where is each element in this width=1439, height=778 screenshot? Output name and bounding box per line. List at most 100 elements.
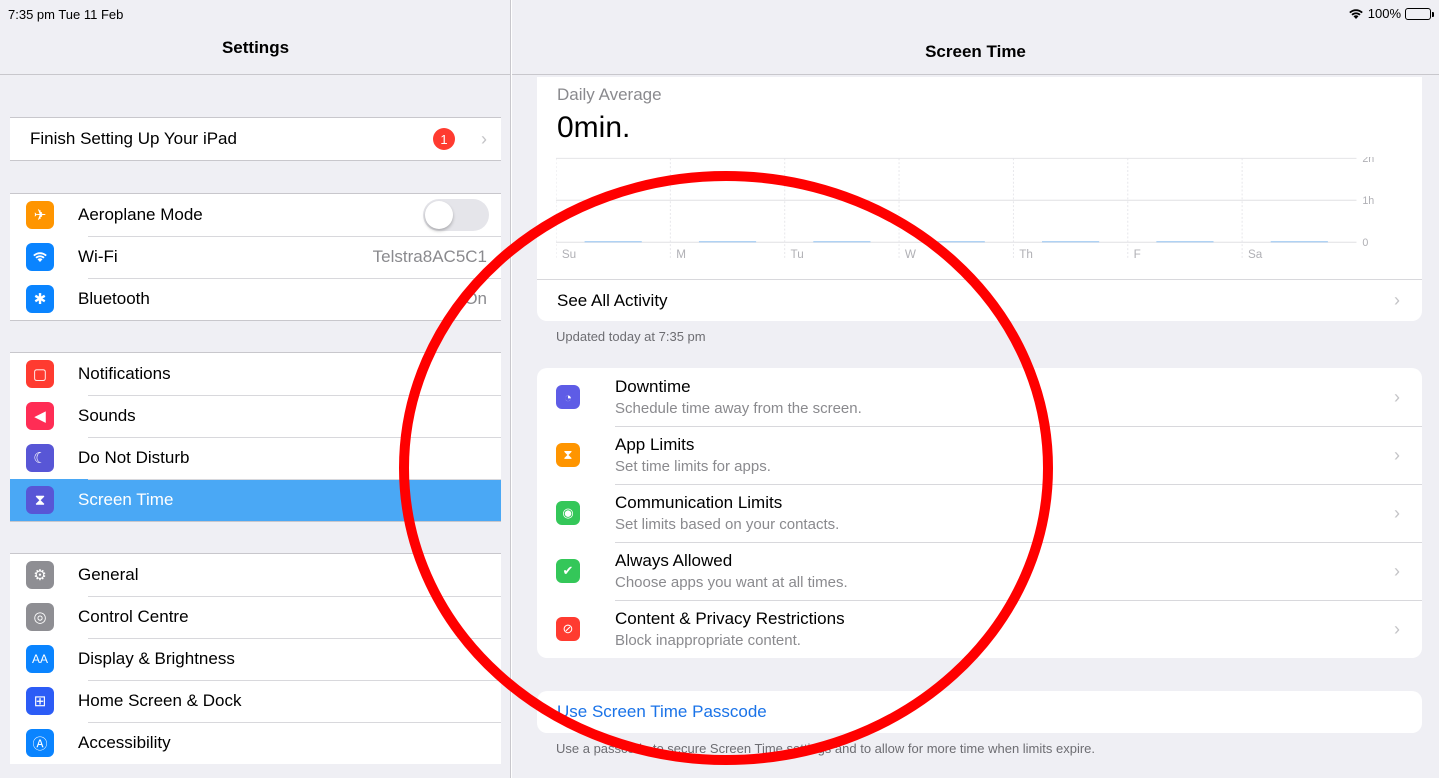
battery-percent: 100% [1367,6,1401,21]
always-allowed-row[interactable]: ✔ Always Allowed Choose apps you want at… [537,542,1422,600]
settings-sidebar: Settings Finish Setting Up Your iPad 1 ›… [0,0,511,778]
status-bar: 7:35 pm Tue 11 Feb 100% [0,0,1439,30]
aeroplane-mode-toggle[interactable] [423,199,489,231]
contact-icon: ◉ [556,501,580,525]
always-allowed-title: Always Allowed [615,551,733,570]
content-privacy-title: Content & Privacy Restrictions [615,609,845,628]
checkmark-icon: ✔ [556,559,580,583]
sidebar-item-control-centre[interactable]: ◎ Control Centre [10,596,501,638]
app-limits-row[interactable]: ⧗ App Limits Set time limits for apps. › [537,426,1422,484]
speaker-icon: ◀ [26,402,54,430]
sidebar-item-label: Bluetooth [78,289,150,308]
sidebar-item-label: Wi-Fi [78,247,118,266]
daily-average-value: 0min. [557,111,631,144]
use-passcode-link[interactable]: Use Screen Time Passcode [557,702,767,722]
bluetooth-status: On [464,289,487,308]
sidebar-item-general[interactable]: ⚙ General [10,554,501,596]
notification-badge: 1 [433,128,455,150]
x-tick-label: Sa [1248,248,1263,261]
y-tick-label: 1h [1362,195,1374,207]
content-privacy-row[interactable]: ⊘ Content & Privacy Restrictions Block i… [537,600,1422,658]
x-tick-label: W [905,248,916,261]
usage-chart[interactable]: 2h 1h 0 Su M Tu W Th F Sa [556,157,1376,267]
chevron-right-icon: › [1394,502,1400,523]
chart-bar [927,241,985,243]
see-all-activity-row[interactable]: See All Activity › [537,279,1422,321]
passcode-card: Use Screen Time Passcode [537,691,1422,733]
sidebar-item-sounds[interactable]: ◀ Sounds [10,395,501,437]
passcode-note: Use a passcode to secure Screen Time set… [556,741,1096,756]
sidebar-divider [0,74,511,75]
chart-bar [1270,241,1328,243]
chevron-right-icon: › [481,128,487,149]
sidebar-item-label: Sounds [78,406,136,425]
see-all-activity-label: See All Activity [557,290,668,310]
screen-time-panel: Screen Time Daily Average 0min. 2h 1h 0 Su M… [512,0,1439,778]
gear-icon: ⚙ [26,561,54,589]
app-limits-title: App Limits [615,435,695,454]
x-tick-label: Tu [791,248,804,261]
sidebar-item-home-screen-dock[interactable]: ⊞ Home Screen & Dock [10,680,501,722]
chevron-right-icon: › [1394,290,1400,310]
x-tick-label: Th [1019,248,1033,261]
downtime-row[interactable]: ◔ Downtime Schedule time away from the s… [537,368,1422,426]
bluetooth-icon: ✱ [26,285,54,313]
text-size-icon: AA [26,645,54,673]
moon-icon: ☾ [26,444,54,472]
sidebar-item-label: Do Not Disturb [78,448,190,467]
sidebar-item-bluetooth[interactable]: ✱ Bluetooth On [10,278,501,320]
sidebar-item-notifications[interactable]: ▢ Notifications [10,353,501,395]
sidebar-item-label: Home Screen & Dock [78,691,242,710]
downtime-title: Downtime [615,377,691,396]
sidebar-item-display-brightness[interactable]: AA Display & Brightness [10,638,501,680]
x-tick-label: M [676,248,686,261]
chart-bar [813,241,871,243]
airplane-icon: ✈ [26,201,54,229]
chevron-right-icon: › [1394,386,1400,407]
communication-limits-subtitle: Set limits based on your contacts. [615,516,840,533]
sidebar-item-accessibility[interactable]: Ⓐ Accessibility [10,722,501,764]
connectivity-group: ✈ Aeroplane Mode Wi-Fi Telstra8AC5C1 ✱ B… [10,193,501,321]
sidebar-item-label: Screen Time [78,490,174,509]
notifications-icon: ▢ [26,360,54,388]
status-time: 7:35 pm Tue 11 Feb [8,7,124,22]
wifi-icon [26,243,54,271]
wifi-status-icon [1348,8,1363,19]
grid-icon: ⊞ [26,687,54,715]
updated-timestamp: Updated today at 7:35 pm [556,329,706,344]
finish-setup-label: Finish Setting Up Your iPad [30,129,237,148]
finish-setup-row[interactable]: Finish Setting Up Your iPad 1 › [10,118,501,160]
chart-bar [1042,241,1100,243]
content-privacy-subtitle: Block inappropriate content. [615,632,801,649]
switches-icon: ◎ [26,603,54,631]
sidebar-item-label: Notifications [78,364,171,383]
sidebar-item-label: Display & Brightness [78,649,235,668]
communication-limits-row[interactable]: ◉ Communication Limits Set limits based … [537,484,1422,542]
downtime-icon: ◔ [556,385,580,409]
sidebar-item-do-not-disturb[interactable]: ☾ Do Not Disturb [10,437,501,479]
chevron-right-icon: › [1394,560,1400,581]
x-tick-label: F [1134,248,1141,261]
finish-setup-group: Finish Setting Up Your iPad 1 › [10,117,501,161]
communication-limits-title: Communication Limits [615,493,783,512]
wifi-network-name: Telstra8AC5C1 [372,247,487,266]
downtime-subtitle: Schedule time away from the screen. [615,400,862,417]
general-group: ⚙ General ◎ Control Centre AA Display & … [10,553,501,764]
chevron-right-icon: › [1394,444,1400,465]
daily-average-label: Daily Average [557,85,662,104]
sidebar-item-aeroplane-mode[interactable]: ✈ Aeroplane Mode [10,194,501,236]
sidebar-item-label: General [78,565,139,584]
sidebar-item-wifi[interactable]: Wi-Fi Telstra8AC5C1 [10,236,501,278]
sidebar-item-label: Accessibility [78,733,171,752]
sidebar-item-screen-time[interactable]: ⧗ Screen Time [10,479,501,521]
x-tick-label: Su [562,248,576,261]
notifications-group: ▢ Notifications ◀ Sounds ☾ Do Not Distur… [10,352,501,522]
chart-bar [1156,241,1214,243]
y-tick-label: 0 [1362,237,1368,249]
always-allowed-subtitle: Choose apps you want at all times. [615,574,848,591]
daily-average-card: Daily Average 0min. 2h 1h 0 Su M Tu W Th F Sa See… [537,77,1422,321]
accessibility-icon: Ⓐ [26,729,54,757]
chevron-right-icon: › [1394,618,1400,639]
limits-card: ◔ Downtime Schedule time away from the s… [537,368,1422,658]
hourglass-icon: ⧗ [556,443,580,467]
